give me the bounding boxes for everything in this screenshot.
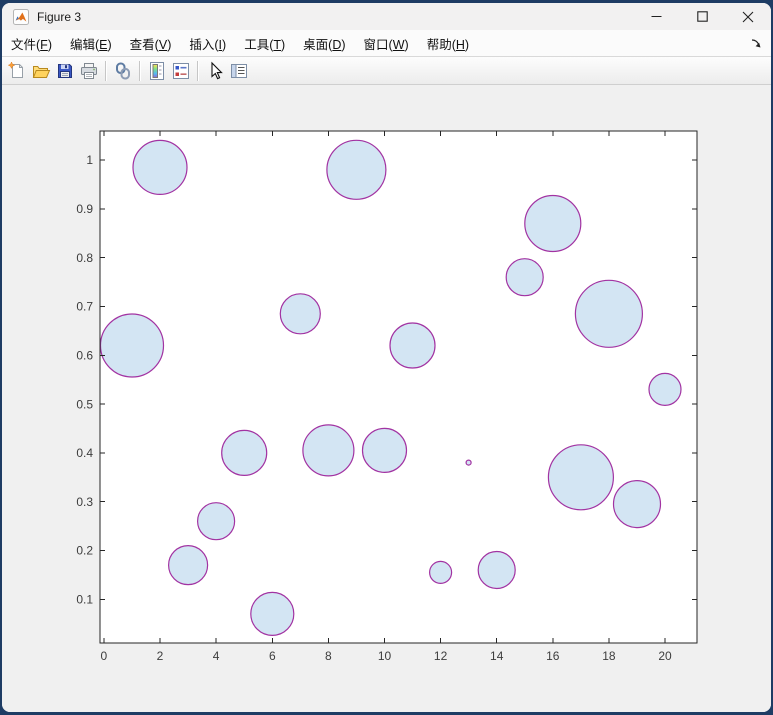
save-icon [58,63,72,78]
bubble-marker [547,444,615,511]
maximize-button[interactable] [679,3,725,30]
menu-item-window[interactable]: 窗口(W) [355,30,418,57]
window-controls [633,3,771,30]
bubble-marker [168,545,209,586]
y-tick-label: 0.2 [76,544,93,558]
toolbar-separator [197,60,199,81]
bubble-marker [648,372,682,406]
y-tick-label: 0.3 [76,495,93,509]
matlab-logo-icon [13,8,29,25]
bubble-marker [612,480,662,529]
bubble-marker [221,429,268,476]
x-tick-label: 20 [658,649,672,663]
toolbar-separator [105,60,107,81]
edit-plot-arrow-button[interactable] [203,59,227,83]
menu-item-help[interactable]: 帮助(H) [418,30,478,57]
print-icon [81,62,97,79]
bubble-marker [250,591,295,637]
menu-item-insert[interactable]: 插入(I) [180,30,235,57]
window-title: Figure 3 [37,9,82,24]
x-tick-label: 14 [490,649,504,663]
x-tick-label: 0 [101,649,108,663]
y-tick-label: 1 [86,153,93,167]
close-icon [742,11,754,22]
bubble-marker [505,258,544,297]
link-plot-button[interactable] [111,59,135,83]
x-tick-label: 8 [325,649,332,663]
toolbar [2,57,771,85]
bubble-chart: 0 2 4 6 8 10 12 14 16 18 20 0.1 0.2 0.3 0.4 0.5 0.6 0.7 0.… [76,130,698,663]
bubble-marker [279,293,321,335]
figure-canvas: 0 2 4 6 8 10 12 14 16 18 20 0.1 0.2 0.3 0.4 0.5 0.6 0.7 0.… [2,85,771,712]
menu-item-view[interactable]: 查看(V) [121,30,181,57]
bubble-marker [429,560,453,584]
bubble-marker [302,424,355,477]
maximize-icon [696,11,708,22]
insert-legend-icon [173,62,189,79]
y-tick-label: 0.8 [76,251,93,265]
print-button[interactable] [77,59,101,83]
insert-legend-button[interactable] [169,59,193,83]
x-tick-label: 10 [378,649,392,663]
save-button[interactable] [53,59,77,83]
insert-colorbar-icon [150,61,164,80]
y-tick-label: 0.1 [76,593,93,607]
menu-item-tools[interactable]: 工具(T) [235,30,294,57]
close-button[interactable] [725,3,771,30]
x-tick-label: 12 [434,649,448,663]
open-folder-button[interactable] [29,59,53,83]
x-tick-label: 4 [213,649,220,663]
new-document-button[interactable] [5,59,29,83]
link-plot-icon [116,62,130,79]
minimize-button[interactable] [633,3,679,30]
bubble-marker [197,502,236,541]
menu-bar: 文件(F) 编辑(E) 查看(V) 插入(I) 工具(T) 桌面(D) 窗口(W) 帮助(H) [2,30,771,57]
toolbar-separator [139,60,141,81]
bubble-marker [361,427,408,473]
x-tick-label: 6 [269,649,276,663]
property-inspector-button[interactable] [227,59,251,83]
title-bar: Figure 3 [2,3,771,30]
menu-item-edit[interactable]: 编辑(E) [61,30,121,57]
y-tick-label: 0.7 [76,300,93,314]
bubble-marker [326,139,387,200]
dock-figure-button[interactable] [748,35,764,51]
menu-item-file[interactable]: 文件(F) [2,30,61,57]
y-tick-label: 0.4 [76,446,93,460]
insert-colorbar-button[interactable] [145,59,169,83]
x-tick-label: 2 [157,649,164,663]
minimize-icon [651,15,661,18]
figure-window: Figure 3 文件(F) 编辑(E) 查看(V) 插入(I) 工具(T) 桌面(D) 窗… [2,3,771,712]
menu-item-desktop[interactable]: 桌面(D) [294,30,354,57]
bubble-marker [132,139,188,196]
y-tick-label: 0.9 [76,202,93,216]
open-folder-icon [32,65,51,78]
y-tick-label: 0.6 [76,349,93,363]
x-tick-label: 16 [546,649,560,663]
bubble-marker [389,322,436,369]
bubble-marker [524,194,582,253]
x-tick-label: 18 [602,649,616,663]
dock-arrow-icon [751,38,760,47]
bubble-marker [465,459,472,466]
edit-plot-arrow-icon [211,61,223,79]
bubble-marker [99,313,165,378]
bubble-marker [477,550,516,590]
bubble-marker [574,279,644,348]
y-tick-label: 0.5 [76,397,93,411]
property-inspector-icon [231,63,247,78]
new-document-icon [7,60,23,78]
